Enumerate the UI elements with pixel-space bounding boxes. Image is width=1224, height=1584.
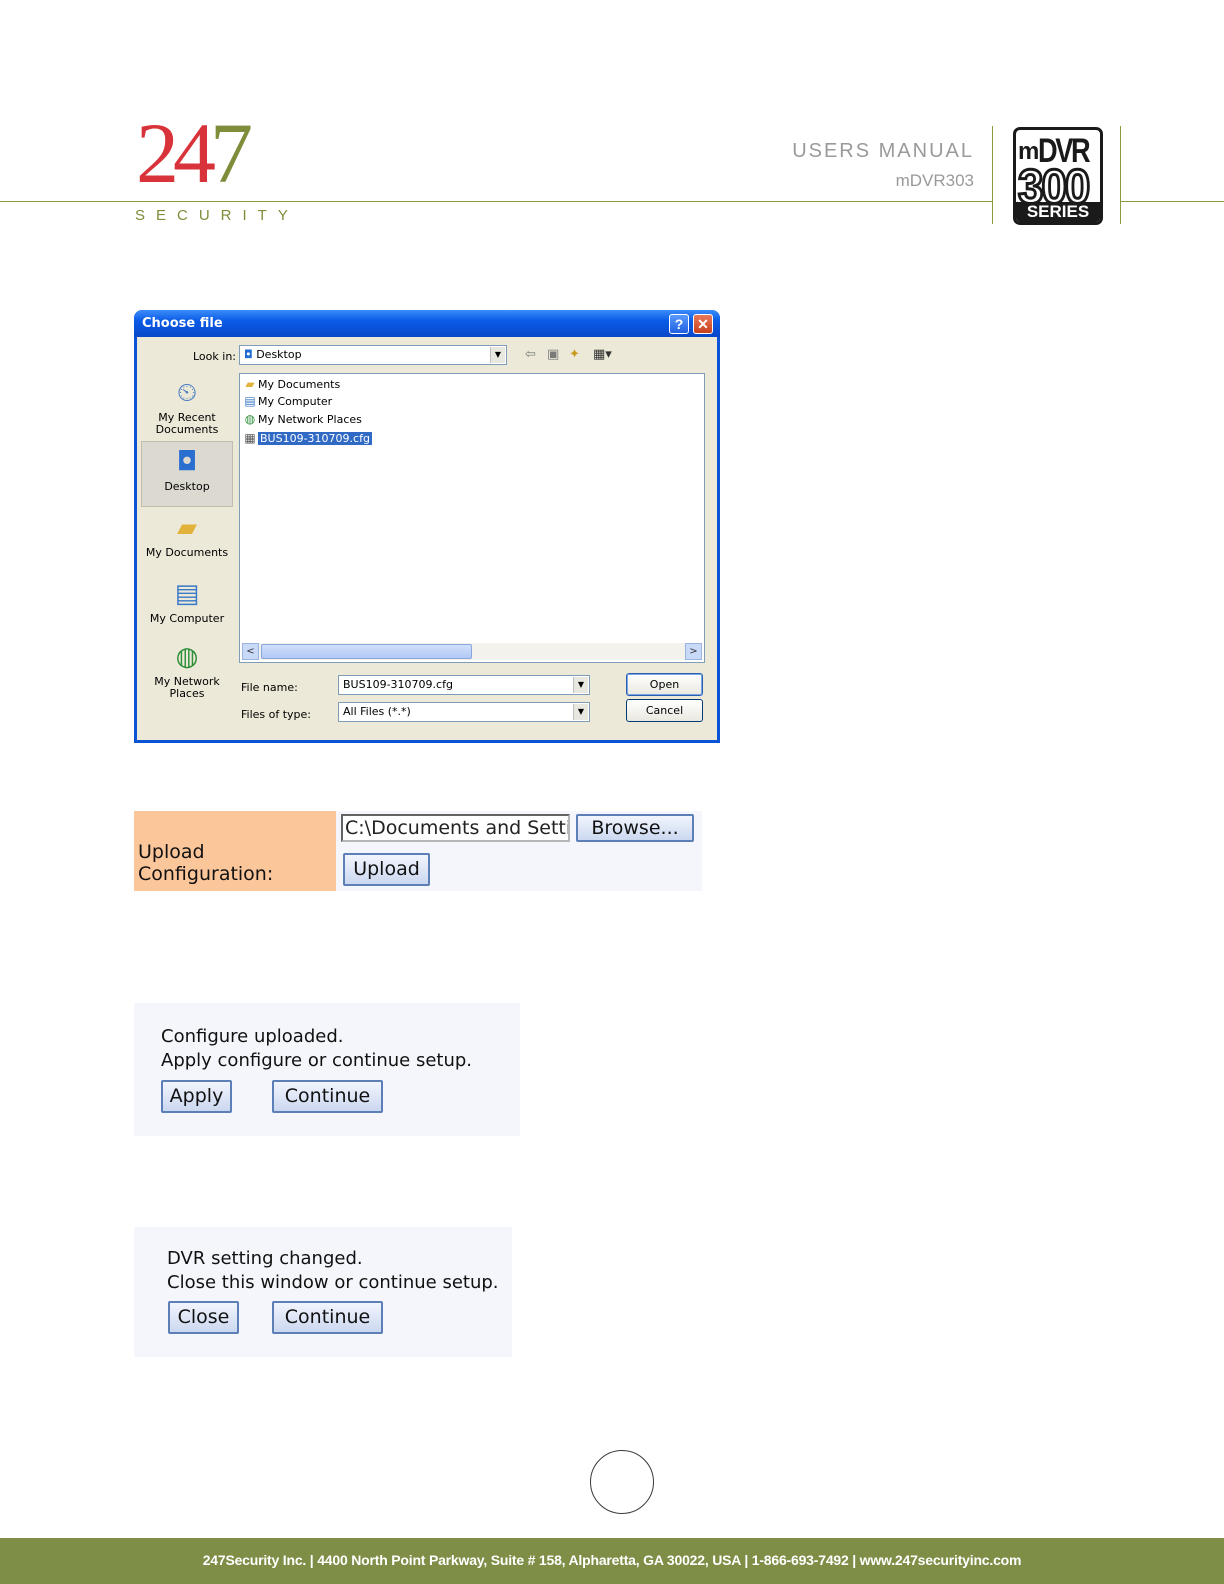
file-list: ▰ My Documents ▤ My Computer ◍ My Network P… bbox=[239, 373, 705, 663]
look-in-select[interactable]: ◘ Desktop ▼ bbox=[239, 345, 507, 365]
network-icon: ◍ bbox=[244, 412, 256, 426]
message-line: DVR setting changed. bbox=[167, 1248, 363, 1269]
place-network[interactable]: ◍ My Network Places bbox=[147, 641, 227, 700]
places-bar: ⏲ My Recent Documents ◘ Desktop ▰ My Doc… bbox=[141, 377, 233, 727]
page-number-circle bbox=[590, 1450, 654, 1514]
chevron-down-icon[interactable]: ▼ bbox=[573, 704, 588, 720]
message-line: Close this window or continue setup. bbox=[167, 1272, 499, 1293]
look-in-label: Look in: bbox=[193, 350, 236, 363]
company-logo: 247 bbox=[136, 110, 253, 196]
recent-documents-icon: ⏲ bbox=[176, 378, 198, 408]
desktop-small-icon: ◘ bbox=[244, 348, 253, 361]
file-item-selected[interactable]: ▦ BUS109-310709.cfg bbox=[242, 430, 372, 447]
manual-title: USERS MANUAL bbox=[792, 140, 974, 162]
upload-button[interactable]: Upload bbox=[343, 853, 430, 886]
logo-wordmark: SECURITY bbox=[135, 207, 299, 224]
upload-path-input[interactable]: C:\Documents and Setting bbox=[341, 814, 570, 842]
header-divider-right bbox=[1120, 126, 1121, 224]
series-badge-logo: m DVR 300 SERIES bbox=[1013, 127, 1103, 225]
header-rule-right bbox=[1120, 201, 1224, 202]
file-name: My Computer bbox=[258, 395, 333, 408]
logo-number-green: 7 bbox=[210, 105, 253, 201]
place-my-documents[interactable]: ▰ My Documents bbox=[141, 512, 233, 559]
scroll-thumb[interactable] bbox=[261, 644, 472, 659]
dialog-body: Look in: ◘ Desktop ▼ ⇦ ▣ ✦ ▦▾ ⏲ My Recen… bbox=[137, 337, 717, 740]
place-recent-documents[interactable]: ⏲ My Recent Documents bbox=[141, 377, 233, 436]
file-name: My Network Places bbox=[258, 413, 362, 426]
cancel-button[interactable]: Cancel bbox=[626, 699, 703, 722]
my-computer-icon: ▤ bbox=[174, 579, 200, 609]
close-window-button[interactable]: Close bbox=[168, 1301, 239, 1334]
computer-icon: ▤ bbox=[244, 394, 256, 408]
header-rule bbox=[0, 201, 992, 202]
desktop-icon: ◘ bbox=[176, 447, 198, 477]
file-type-label: Files of type: bbox=[241, 708, 312, 721]
place-label: My Documents bbox=[145, 546, 229, 559]
continue-button[interactable]: Continue bbox=[272, 1301, 383, 1334]
file-item[interactable]: ▰ My Documents bbox=[242, 376, 340, 393]
new-folder-icon[interactable]: ✦ bbox=[569, 347, 580, 362]
dialog-titlebar[interactable]: Choose file ? ✕ bbox=[134, 310, 720, 337]
back-icon[interactable]: ⇦ bbox=[525, 347, 536, 362]
footer-contact-text: 247Security Inc. | 4400 North Point Park… bbox=[202, 1552, 1022, 1568]
file-name: My Documents bbox=[258, 378, 341, 391]
badge-series: SERIES bbox=[1016, 202, 1100, 222]
network-places-icon: ◍ bbox=[175, 642, 199, 672]
upload-label: Upload Configuration: bbox=[138, 841, 274, 885]
continue-button[interactable]: Continue bbox=[272, 1080, 383, 1113]
scroll-right-icon[interactable]: > bbox=[685, 643, 702, 660]
file-icon: ▦ bbox=[244, 431, 256, 445]
file-name: BUS109-310709.cfg bbox=[258, 432, 372, 445]
apply-button[interactable]: Apply bbox=[161, 1080, 232, 1113]
configure-uploaded-panel: Configure uploaded. Apply configure or c… bbox=[134, 1003, 520, 1136]
place-label: My Recent Documents bbox=[155, 411, 219, 436]
place-my-computer[interactable]: ▤ My Computer bbox=[141, 578, 233, 625]
browse-button[interactable]: Browse... bbox=[576, 814, 694, 842]
file-item[interactable]: ▤ My Computer bbox=[242, 393, 332, 410]
horizontal-scrollbar[interactable]: < > bbox=[242, 643, 702, 660]
folder-icon: ▰ bbox=[245, 377, 255, 391]
place-label: My Computer bbox=[149, 612, 225, 625]
file-type-select[interactable]: All Files (*.*) ▼ bbox=[338, 702, 590, 722]
view-menu-icon[interactable]: ▦▾ bbox=[593, 347, 612, 362]
upload-label-cell: Upload Configuration: bbox=[134, 811, 336, 891]
file-name-value: BUS109-310709.cfg bbox=[343, 678, 453, 691]
manual-model: mDVR303 bbox=[895, 171, 974, 190]
message-line: Configure uploaded. bbox=[161, 1026, 344, 1047]
open-button[interactable]: Open bbox=[626, 673, 703, 696]
chevron-down-icon[interactable]: ▼ bbox=[490, 347, 505, 363]
setting-changed-panel: DVR setting changed. Close this window o… bbox=[134, 1227, 512, 1357]
look-in-value: Desktop bbox=[256, 348, 302, 361]
up-folder-icon[interactable]: ▣ bbox=[547, 347, 559, 362]
dialog-title: Choose file bbox=[142, 316, 223, 331]
place-label: My Network Places bbox=[154, 675, 220, 700]
message-line: Apply configure or continue setup. bbox=[161, 1050, 473, 1071]
place-desktop[interactable]: ◘ Desktop bbox=[141, 441, 233, 507]
logo-number-red: 24 bbox=[136, 105, 216, 201]
chevron-down-icon[interactable]: ▼ bbox=[573, 677, 588, 693]
file-name-field[interactable]: BUS109-310709.cfg ▼ bbox=[338, 675, 590, 695]
page-footer: 247Security Inc. | 4400 North Point Park… bbox=[0, 1538, 1224, 1584]
file-name-label: File name: bbox=[241, 681, 298, 694]
my-documents-icon: ▰ bbox=[177, 513, 197, 543]
close-button[interactable]: ✕ bbox=[693, 314, 713, 334]
scroll-left-icon[interactable]: < bbox=[242, 643, 259, 660]
help-button[interactable]: ? bbox=[669, 314, 689, 334]
file-item[interactable]: ◍ My Network Places bbox=[242, 411, 362, 428]
upload-configuration-panel: Upload Configuration: C:\Documents and S… bbox=[134, 811, 702, 891]
choose-file-dialog: Choose file ? ✕ Look in: ◘ Desktop ▼ ⇦ ▣… bbox=[134, 310, 720, 743]
file-type-value: All Files (*.*) bbox=[343, 705, 411, 718]
place-label: Desktop bbox=[164, 480, 210, 493]
header-divider bbox=[992, 126, 993, 224]
